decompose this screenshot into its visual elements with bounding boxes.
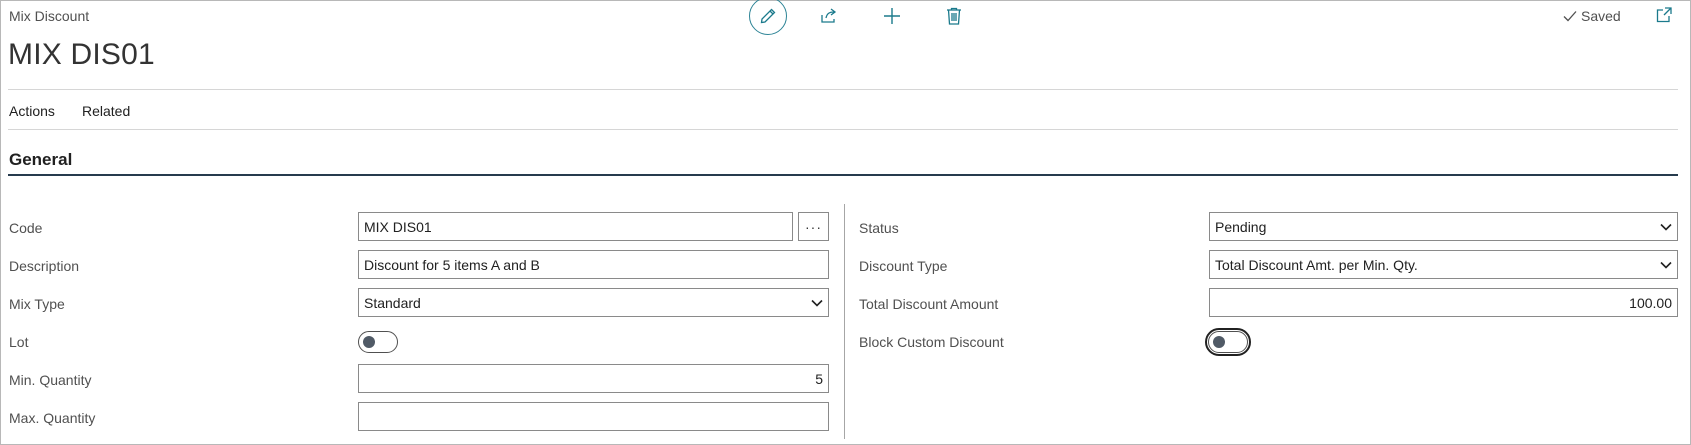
header-divider — [8, 89, 1678, 90]
max-quantity-label: Max. Quantity — [9, 410, 96, 426]
min-quantity-field[interactable]: 5 — [358, 364, 829, 393]
mix-type-label: Mix Type — [9, 296, 65, 312]
menu-divider — [8, 129, 1678, 130]
share-icon — [821, 8, 837, 23]
plus-icon — [884, 8, 900, 24]
open-in-new-window-icon — [1656, 7, 1672, 23]
block-custom-discount-toggle[interactable] — [1205, 328, 1251, 356]
status-label: Status — [859, 220, 899, 236]
breadcrumb: Mix Discount — [9, 8, 90, 24]
toggle-knob — [1213, 336, 1225, 348]
code-field[interactable]: MIX DIS01 — [358, 212, 793, 241]
chevron-down-icon — [811, 297, 823, 309]
delete-button[interactable] — [943, 5, 965, 27]
mix-type-select[interactable]: Standard — [358, 288, 829, 317]
page-title: MIX DIS01 — [8, 38, 155, 71]
saved-label: Saved — [1581, 8, 1621, 24]
min-quantity-label: Min. Quantity — [9, 372, 92, 388]
new-button[interactable] — [881, 5, 903, 27]
discount-type-select[interactable]: Total Discount Amt. per Min. Qty. — [1209, 250, 1678, 279]
open-in-new-window-button[interactable] — [1655, 6, 1675, 26]
description-field[interactable]: Discount for 5 items A and B — [358, 250, 829, 279]
code-label: Code — [9, 220, 43, 236]
block-custom-discount-label: Block Custom Discount — [859, 334, 1004, 350]
column-divider — [844, 204, 845, 439]
chevron-down-icon — [1660, 259, 1672, 271]
share-button[interactable] — [818, 5, 840, 27]
pencil-icon — [760, 8, 776, 24]
section-underline — [8, 174, 1678, 176]
max-quantity-field[interactable] — [358, 402, 829, 431]
mix-type-value: Standard — [364, 294, 421, 311]
total-discount-amount-field[interactable]: 100.00 — [1209, 288, 1678, 317]
description-label: Description — [9, 258, 80, 274]
toggle-knob — [363, 336, 375, 348]
trash-icon — [947, 7, 961, 25]
status-select[interactable]: Pending — [1209, 212, 1678, 241]
chevron-down-icon — [1660, 221, 1672, 233]
menu-related[interactable]: Related — [82, 103, 130, 119]
menu-actions[interactable]: Actions — [9, 103, 55, 119]
checkmark-icon — [1563, 11, 1577, 22]
save-status: Saved — [1563, 8, 1621, 24]
code-lookup-button[interactable]: ··· — [798, 212, 829, 241]
discount-type-value: Total Discount Amt. per Min. Qty. — [1215, 256, 1418, 273]
status-value: Pending — [1215, 218, 1267, 235]
lot-toggle[interactable] — [358, 331, 398, 353]
discount-type-label: Discount Type — [859, 258, 948, 274]
section-title-general[interactable]: General — [9, 150, 72, 170]
lot-label: Lot — [9, 334, 29, 350]
total-discount-amount-label: Total Discount Amount — [859, 296, 999, 312]
